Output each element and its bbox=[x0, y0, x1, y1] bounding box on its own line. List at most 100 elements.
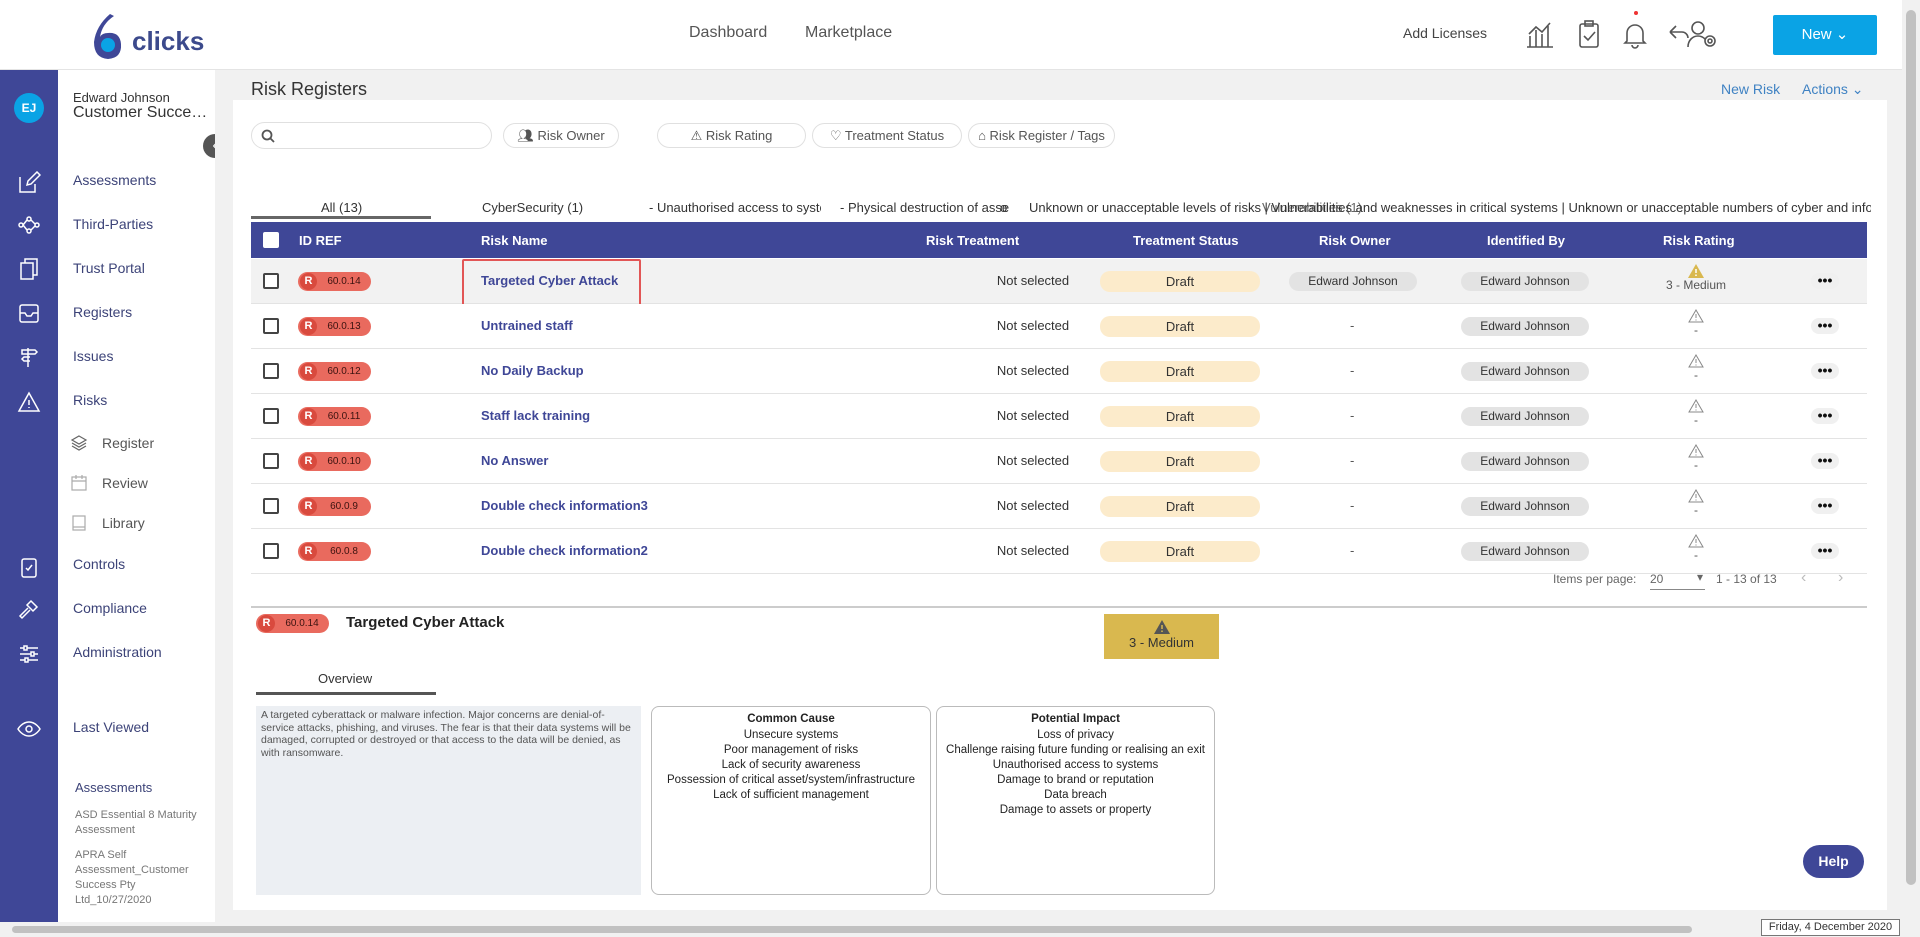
user-org[interactable]: Customer Success Pty Ltd bbox=[73, 104, 208, 122]
tab-unknown-levels[interactable]: Unknown or unacceptable levels of risks … bbox=[1029, 200, 1871, 215]
col-treatment-status[interactable]: Treatment Status bbox=[1133, 233, 1238, 248]
identified-by-chip: Edward Johnson bbox=[1461, 362, 1589, 381]
filter-risk-register-tags[interactable]: ⌂ Risk Register / Tags bbox=[968, 123, 1115, 148]
warning-icon[interactable] bbox=[17, 390, 41, 414]
signpost-icon[interactable] bbox=[17, 345, 41, 369]
row-checkbox[interactable] bbox=[263, 498, 279, 514]
more-options-button[interactable]: ••• bbox=[1811, 318, 1839, 334]
select-all-checkbox[interactable] bbox=[263, 232, 279, 248]
sidebar-item-assessments[interactable]: Assessments bbox=[73, 172, 156, 188]
clipboard-check-icon[interactable] bbox=[1573, 18, 1605, 50]
sidebar-item-administration[interactable]: Administration bbox=[73, 644, 162, 660]
gavel-icon[interactable] bbox=[17, 598, 41, 622]
table-row[interactable]: R 60.0.12 No Daily Backup Not selected Dr… bbox=[251, 349, 1867, 394]
actions-menu[interactable]: Actions ⌄ bbox=[1802, 81, 1864, 98]
tab-overview[interactable]: Overview bbox=[318, 671, 372, 686]
sidebar-item-last-viewed[interactable]: Last Viewed bbox=[73, 719, 149, 735]
tab-cybersecurity[interactable]: CyberSecurity (1) bbox=[482, 200, 583, 215]
filter-risk-rating[interactable]: ⚠︎ Risk Rating bbox=[657, 123, 806, 148]
tab-unauthorised-access[interactable]: - Unauthorised access to syste bbox=[649, 200, 821, 215]
avatar[interactable]: EJ bbox=[14, 93, 44, 123]
row-checkbox[interactable] bbox=[263, 543, 279, 559]
tab-all[interactable]: All (13) bbox=[321, 200, 362, 215]
new-button[interactable]: New ⌄ bbox=[1773, 15, 1877, 55]
network-icon[interactable] bbox=[17, 213, 41, 237]
col-risk-owner[interactable]: Risk Owner bbox=[1319, 233, 1391, 248]
risk-name-link[interactable]: Untrained staff bbox=[481, 318, 573, 333]
list-item: Unauthorised access to systems bbox=[992, 759, 1159, 771]
documents-icon[interactable] bbox=[17, 257, 41, 281]
next-page-icon[interactable]: › bbox=[1838, 569, 1843, 587]
table-row[interactable]: R 60.0.11 Staff lack training Not selecte… bbox=[251, 394, 1867, 439]
horizontal-scrollbar[interactable] bbox=[0, 922, 1920, 937]
prev-page-icon[interactable]: ‹ bbox=[1801, 569, 1806, 587]
help-button[interactable]: Help bbox=[1803, 845, 1864, 878]
more-options-button[interactable]: ••• bbox=[1811, 453, 1839, 469]
col-risk-name[interactable]: Risk Name bbox=[481, 233, 547, 248]
sliders-icon[interactable] bbox=[17, 642, 41, 666]
row-checkbox[interactable] bbox=[263, 273, 279, 289]
filter-risk-owner[interactable]: 👥︎ Risk Owner bbox=[503, 123, 619, 148]
sidebar-item-trust-portal[interactable]: Trust Portal bbox=[73, 260, 145, 276]
risk-name-link[interactable]: Double check information3 bbox=[481, 498, 648, 513]
col-risk-treatment[interactable]: Risk Treatment bbox=[926, 233, 1019, 248]
analytics-icon[interactable] bbox=[1524, 18, 1556, 50]
col-risk-rating[interactable]: Risk Rating bbox=[1663, 233, 1735, 248]
vertical-scrollbar[interactable] bbox=[1902, 0, 1920, 922]
add-licenses-link[interactable]: Add Licenses bbox=[1403, 25, 1487, 41]
col-id-ref[interactable]: ID REF bbox=[299, 233, 342, 248]
warning-outline-icon bbox=[1688, 354, 1704, 368]
owner-empty: - bbox=[1350, 408, 1355, 423]
risk-name-link[interactable]: Double check information2 bbox=[481, 543, 648, 558]
filter-treatment-status[interactable]: ♡ Treatment Status bbox=[812, 123, 962, 148]
sidebar-sub-review[interactable]: Review bbox=[102, 475, 148, 491]
owner-empty: - bbox=[1350, 498, 1355, 513]
nav-dashboard[interactable]: Dashboard bbox=[689, 24, 767, 42]
items-per-page-select[interactable]: 20 ▾ bbox=[1650, 570, 1705, 590]
tab-overlap-o[interactable]: o bbox=[1000, 200, 1007, 215]
sidebar-sub-library[interactable]: Library bbox=[102, 515, 145, 531]
inbox-icon[interactable] bbox=[17, 301, 41, 325]
risk-name-link[interactable]: Staff lack training bbox=[481, 408, 590, 423]
more-options-button[interactable]: ••• bbox=[1811, 543, 1839, 559]
more-options-button[interactable]: ••• bbox=[1811, 273, 1839, 289]
pencil-square-icon[interactable] bbox=[17, 171, 41, 195]
search-input[interactable] bbox=[251, 122, 492, 149]
row-checkbox[interactable] bbox=[263, 453, 279, 469]
tab-physical-destruction[interactable]: - Physical destruction of asse bbox=[840, 200, 1010, 215]
recent-item[interactable]: ASD Essential 8 Maturity Assessment bbox=[75, 808, 215, 838]
table-row[interactable]: R 60.0.13 Untrained staff Not selected Dr… bbox=[251, 304, 1867, 349]
sidebar-item-risks[interactable]: Risks bbox=[73, 392, 107, 408]
row-checkbox[interactable] bbox=[263, 318, 279, 334]
sidebar-item-issues[interactable]: Issues bbox=[73, 348, 113, 364]
more-options-button[interactable]: ••• bbox=[1811, 408, 1839, 424]
risk-name-link[interactable]: No Answer bbox=[481, 453, 548, 468]
bell-icon[interactable] bbox=[1619, 18, 1651, 50]
table-header: ID REF Risk Name Risk Treatment Treatmen… bbox=[251, 222, 1867, 258]
sidebar-item-compliance[interactable]: Compliance bbox=[73, 600, 147, 616]
recent-item[interactable]: APRA Self Assessment_Customer Success Pt… bbox=[75, 848, 200, 908]
sidebar-item-third-parties[interactable]: Third-Parties bbox=[73, 216, 153, 232]
sidebar-item-registers[interactable]: Registers bbox=[73, 304, 132, 320]
id-badge: R 60.0.10 bbox=[298, 452, 371, 471]
row-checkbox[interactable] bbox=[263, 408, 279, 424]
logo[interactable]: clicks bbox=[88, 12, 204, 62]
user-settings-icon[interactable] bbox=[1666, 18, 1726, 50]
eye-icon[interactable] bbox=[17, 717, 41, 741]
col-identified-by[interactable]: Identified By bbox=[1487, 233, 1565, 248]
sidebar-item-controls[interactable]: Controls bbox=[73, 556, 125, 572]
table-row[interactable]: R 60.0.8 Double check information2 Not se… bbox=[251, 529, 1867, 574]
more-options-button[interactable]: ••• bbox=[1811, 498, 1839, 514]
list-item: Data breach bbox=[1044, 789, 1107, 801]
new-risk-link[interactable]: New Risk bbox=[1721, 81, 1780, 97]
table-row[interactable]: R 60.0.9 Double check information3 Not se… bbox=[251, 484, 1867, 529]
row-checkbox[interactable] bbox=[263, 363, 279, 379]
risk-rating: - bbox=[1646, 489, 1746, 517]
table-row[interactable]: R 60.0.10 No Answer Not selected Draft - … bbox=[251, 439, 1867, 484]
search-field[interactable] bbox=[280, 126, 480, 145]
nav-marketplace[interactable]: Marketplace bbox=[805, 24, 892, 42]
more-options-button[interactable]: ••• bbox=[1811, 363, 1839, 379]
risk-name-link[interactable]: No Daily Backup bbox=[481, 363, 584, 378]
sidebar-sub-register[interactable]: Register bbox=[102, 435, 154, 451]
clipboard-icon[interactable] bbox=[17, 555, 41, 579]
